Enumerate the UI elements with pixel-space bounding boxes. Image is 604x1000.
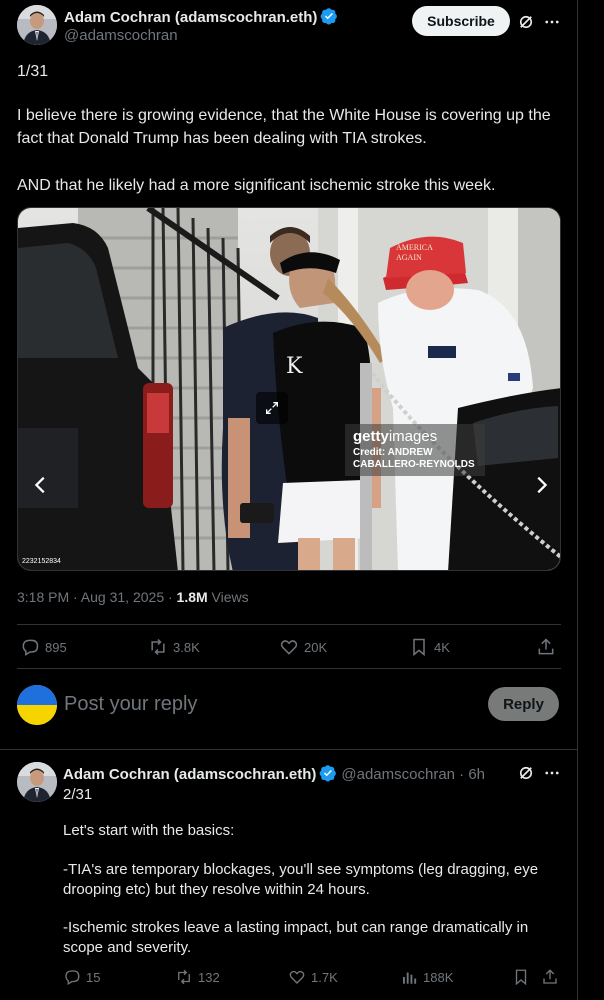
like-count: 1.7K [311, 969, 338, 985]
repost-action[interactable]: 132 [175, 968, 220, 986]
getty-brand: getty [353, 428, 389, 445]
reply-text-index: 2/31 [63, 786, 93, 803]
repost-action[interactable]: 3.8K [148, 637, 200, 657]
expand-icon[interactable] [256, 392, 288, 424]
my-avatar[interactable] [17, 685, 57, 725]
divider [0, 749, 578, 750]
share-action[interactable] [536, 637, 556, 657]
reply-author-header[interactable]: Adam Cochran (adamscochran.eth) @adamscoc… [63, 764, 485, 783]
subscribe-button[interactable]: Subscribe [412, 6, 510, 36]
bookmark-icon [413, 638, 425, 657]
views-label: Views [207, 589, 249, 605]
previous-image-chevron-icon[interactable] [28, 472, 54, 498]
heart-icon [280, 640, 298, 655]
views-count: 188K [423, 969, 454, 985]
share-icon [543, 969, 557, 984]
reply-count: 15 [86, 969, 101, 985]
verified-badge-icon [320, 765, 337, 782]
reply-text-paragraph-2: -TIA's are temporary blockages, you'll s… [63, 861, 539, 898]
reply-text-paragraph-3: -Ischemic strokes leave a lasting impact… [63, 919, 529, 956]
reply-action[interactable]: 15 [63, 968, 100, 986]
like-action[interactable]: 20K [279, 637, 327, 657]
views-chart-icon [403, 972, 417, 984]
share-action[interactable] [541, 968, 559, 986]
author-handle[interactable]: @adamscochran [64, 27, 178, 44]
getty-watermark: gettyimages Credit: ANDREW CABALLERO-REY… [345, 424, 485, 476]
author-name[interactable]: Adam Cochran (adamscochran.eth) [64, 7, 338, 26]
reply-author-handle-time: @adamscochran · 6h [341, 766, 486, 783]
grok-icon[interactable] [515, 762, 537, 784]
tweet-text-index: 1/31 [17, 63, 49, 80]
tweet-text-paragraph-1: I believe there is growing evidence, tha… [17, 107, 551, 147]
svg-text:K: K [286, 354, 303, 379]
photo-scene: K AMERICA AGAIN [18, 208, 560, 570]
author-avatar[interactable] [17, 5, 57, 45]
share-icon [538, 638, 554, 655]
reply-input[interactable]: Post your reply [64, 693, 197, 716]
reply-action[interactable]: 895 [20, 637, 67, 657]
repost-icon [151, 638, 165, 656]
reply-icon [65, 970, 80, 985]
tweet-media-photo[interactable]: K AMERICA AGAIN gettyimages Credit: ANDR… [17, 207, 561, 571]
tweet-meta: 3:18 PM · Aug 31, 2025 · 1.8M Views [17, 589, 249, 605]
bookmark-count: 4K [434, 639, 450, 655]
next-image-chevron-icon[interactable] [528, 472, 554, 498]
like-count: 20K [304, 639, 328, 655]
photo-credit-line-1: Credit: ANDREW [353, 447, 433, 458]
verified-badge-icon [321, 8, 338, 25]
like-action[interactable]: 1.7K [288, 968, 338, 986]
reply-text-paragraph-1: Let's start with the basics: [63, 822, 235, 839]
divider [17, 624, 561, 625]
getty-suffix: images [388, 428, 438, 445]
views-count: 1.8M [176, 589, 208, 605]
views-action[interactable]: 188K [400, 968, 453, 986]
cap-text-line-2: AGAIN [396, 253, 422, 262]
heart-icon [289, 970, 305, 984]
photo-image-id: 2232152834 [22, 558, 61, 565]
more-options-icon[interactable] [541, 11, 563, 33]
bookmark-action[interactable] [512, 968, 530, 986]
scrollbar-track[interactable] [578, 0, 604, 1000]
tweet-text-paragraph-2: AND that he likely had a more significan… [17, 177, 496, 194]
tweet-timestamp[interactable]: 3:18 PM · Aug 31, 2025 · [17, 589, 177, 605]
repost-icon [178, 969, 190, 985]
cap-text-line-1: AMERICA [396, 243, 433, 252]
divider [17, 668, 561, 669]
repost-count: 3.8K [173, 639, 200, 655]
more-options-icon[interactable] [541, 762, 563, 784]
repost-count: 132 [198, 969, 220, 985]
reply-author-avatar[interactable] [17, 762, 57, 802]
photo-credit-line-2: CABALLERO-REYNOLDS [353, 459, 475, 470]
grok-icon[interactable] [515, 11, 537, 33]
reply-author-name: Adam Cochran (adamscochran.eth) [63, 766, 317, 783]
bookmark-icon [515, 969, 527, 986]
bookmark-action[interactable]: 4K [409, 637, 450, 657]
reply-icon [22, 639, 39, 656]
reply-count: 895 [45, 639, 67, 655]
thread-column: Adam Cochran (adamscochran.eth) @adamsco… [0, 0, 578, 1000]
reply-button[interactable]: Reply [488, 687, 559, 721]
author-name-text: Adam Cochran (adamscochran.eth) [64, 9, 318, 26]
